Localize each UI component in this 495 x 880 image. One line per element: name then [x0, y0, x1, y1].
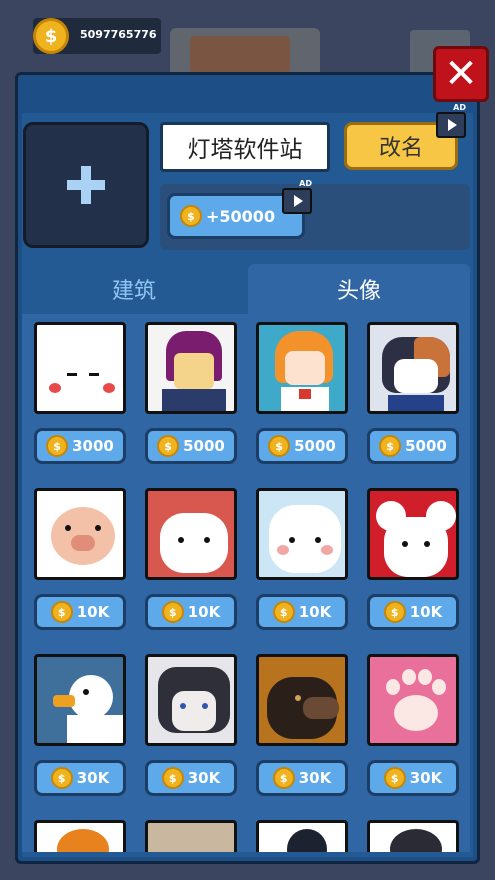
- avatar-card[interactable]: $ 5000: [145, 322, 237, 464]
- avatar-card[interactable]: [34, 820, 126, 852]
- player-name-field[interactable]: 灯塔软件站: [160, 122, 330, 172]
- avatar-card[interactable]: [145, 820, 237, 852]
- avatar-white-cat-red-image: [145, 488, 237, 580]
- tab-buildings[interactable]: 建筑: [22, 264, 246, 314]
- avatar-card[interactable]: $ 10K: [367, 488, 459, 630]
- avatar-husky-image: [145, 654, 237, 746]
- price-button[interactable]: $ 5000: [367, 428, 459, 464]
- coin-icon: $: [180, 205, 202, 227]
- coin-icon: $: [50, 767, 73, 789]
- coin-amount: 5097765776: [80, 28, 157, 41]
- price-button[interactable]: $ 3000: [34, 428, 126, 464]
- coin-icon: $: [272, 601, 295, 623]
- avatar-card[interactable]: $ 30K: [34, 654, 126, 796]
- ad-video-icon: AD: [282, 179, 312, 214]
- coin-icon: $: [50, 601, 73, 623]
- avatar-card[interactable]: $ 5000: [367, 322, 459, 464]
- avatar-calico-cat-girl-image: [367, 322, 459, 414]
- close-icon: ✕: [444, 51, 478, 97]
- avatar-card[interactable]: $ 3000: [34, 322, 126, 464]
- avatar-mouse-image: [367, 488, 459, 580]
- price-button[interactable]: $ 10K: [367, 594, 459, 630]
- tab-avatars[interactable]: 头像: [248, 264, 470, 314]
- coin-icon: $: [383, 767, 406, 789]
- avatar-pig-image: [34, 488, 126, 580]
- coin-icon: $: [33, 18, 69, 54]
- avatar-white-cat-blue-image: [256, 488, 348, 580]
- price-button[interactable]: $ 30K: [256, 760, 348, 796]
- avatar-orange-hair-girl-image: [256, 322, 348, 414]
- ad-label: AD: [453, 103, 466, 112]
- coin-icon: $: [272, 767, 295, 789]
- avatar-partial-image: [34, 820, 126, 852]
- price-button[interactable]: $ 5000: [256, 428, 348, 464]
- avatar-card[interactable]: [256, 820, 348, 852]
- avatar-purple-hair-girl-image: [145, 322, 237, 414]
- avatar-card[interactable]: $ 10K: [145, 488, 237, 630]
- price-button[interactable]: $ 10K: [256, 594, 348, 630]
- avatar-white-blob-image: [34, 322, 126, 414]
- price-button[interactable]: $ 30K: [34, 760, 126, 796]
- avatar-bear-image: [256, 654, 348, 746]
- avatar-partial-image: [256, 820, 348, 852]
- coin-icon: $: [157, 435, 180, 457]
- price-button[interactable]: $ 5000: [145, 428, 237, 464]
- avatar-grid: $ 3000 $ 5000 $ 5000 $ 5000 $ 10K $ 10K …: [22, 314, 470, 852]
- rename-label: 改名: [378, 136, 423, 161]
- avatar-card[interactable]: [367, 820, 459, 852]
- coin-icon: $: [379, 435, 402, 457]
- avatar-partial-image: [145, 820, 237, 852]
- coin-icon: $: [161, 767, 184, 789]
- avatar-card[interactable]: $ 10K: [256, 488, 348, 630]
- price-button[interactable]: $ 30K: [145, 760, 237, 796]
- bonus-label: +50000: [206, 206, 276, 226]
- avatar-partial-image: [367, 820, 459, 852]
- avatar-card[interactable]: $ 5000: [256, 322, 348, 464]
- price-button[interactable]: $ 10K: [34, 594, 126, 630]
- coin-icon: $: [161, 601, 184, 623]
- ad-video-icon: AD: [436, 103, 466, 138]
- plus-icon: [67, 166, 105, 204]
- price-button[interactable]: $ 10K: [145, 594, 237, 630]
- price-button[interactable]: $ 30K: [367, 760, 459, 796]
- avatar-card[interactable]: $ 30K: [256, 654, 348, 796]
- current-avatar-slot[interactable]: [23, 122, 149, 248]
- coin-icon: $: [383, 601, 406, 623]
- avatar-card[interactable]: $ 30K: [145, 654, 237, 796]
- coin-icon: $: [46, 435, 69, 457]
- avatar-duck-image: [34, 654, 126, 746]
- avatar-card[interactable]: $ 10K: [34, 488, 126, 630]
- avatar-paw-image: [367, 654, 459, 746]
- close-button[interactable]: ✕: [433, 46, 489, 102]
- coin-icon: $: [268, 435, 291, 457]
- avatar-card[interactable]: $ 30K: [367, 654, 459, 796]
